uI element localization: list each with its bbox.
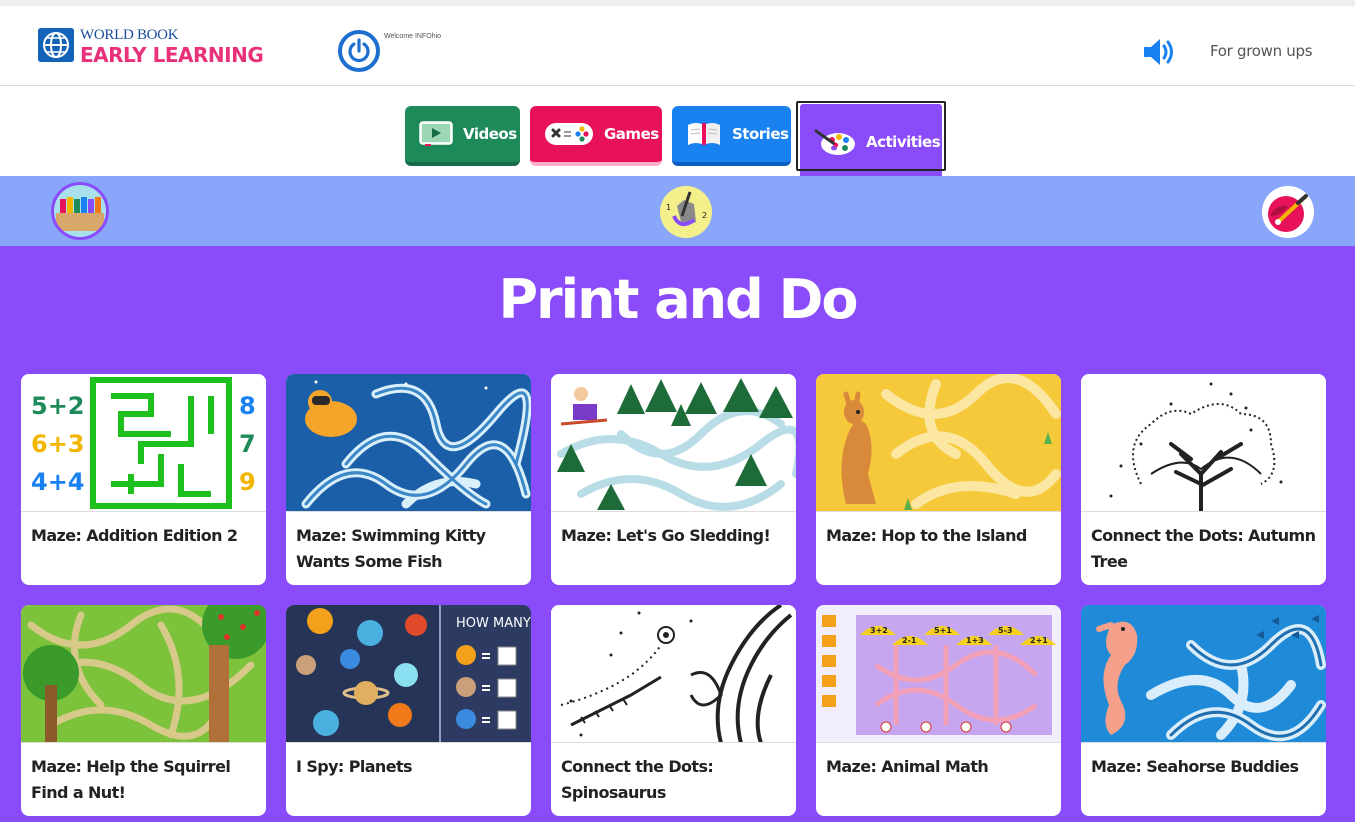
logo-word-learning: LEARNING [152,43,264,67]
math-problem-1: 3+2 [870,626,888,635]
activity-card[interactable]: HOW MANY? I Spy: Planets [286,605,531,816]
addition-problem-2: 6+3 [31,430,85,458]
card-thumbnail-kitty-maze [286,374,531,512]
card-thumbnail-tree-dots [1081,374,1326,512]
dot-label-2: 2 [702,211,707,220]
math-problem-3: 5+1 [934,626,952,635]
tab-videos-label: Videos [463,125,517,143]
card-thumbnail-planets: HOW MANY? [286,605,531,743]
card-thumbnail-sledding-maze [551,374,796,512]
activity-card[interactable]: Maze: Help the Squirrel Find a Nut! [21,605,266,816]
addition-problem-1: 5+2 [31,392,85,420]
video-player-icon [419,121,453,147]
tab-games[interactable]: Games [530,106,662,166]
welcome-text: Welcome INFOhio [384,33,442,40]
card-title[interactable]: Maze: Animal Math [826,754,1054,780]
tab-stories[interactable]: Stories [672,106,791,166]
activity-card[interactable]: Connect the Dots: Spinosaurus [551,605,796,816]
card-thumbnail-seahorse-maze [1081,605,1326,743]
tab-activities-label: Activities [866,133,941,151]
subnav-painting-button[interactable] [1262,186,1314,238]
card-thumbnail-kangaroo-maze [816,374,1061,512]
card-title[interactable]: Maze: Swimming Kitty Wants Some Fish [296,523,524,575]
card-title[interactable]: Maze: Hop to the Island [826,523,1054,549]
activities-subnav: 1 2 [0,176,1355,246]
page-title: Print and Do [498,268,858,331]
activity-card[interactable]: Maze: Hop to the Island [816,374,1061,585]
card-title[interactable]: I Spy: Planets [296,754,524,780]
card-title[interactable]: Maze: Seahorse Buddies [1091,754,1319,780]
logo-text-bottom: EARLY LEARNING [80,43,264,67]
card-title[interactable]: Maze: Help the Squirrel Find a Nut! [31,754,259,806]
paint-brush-icon [1262,186,1314,238]
power-icon [348,38,370,63]
activity-card[interactable]: 5+2 6+3 4+4 8 7 9 Maze: Addition Edition… [21,374,266,585]
card-thumbnail-spinosaurus-dots [551,605,796,743]
game-controller-icon [544,121,594,147]
activity-card[interactable]: Maze: Swimming Kitty Wants Some Fish [286,374,531,585]
paint-palette-icon [814,127,856,157]
open-book-icon [686,121,722,147]
activity-card[interactable]: Connect the Dots: Autumn Tree [1081,374,1326,585]
top-header: WORLD BOOK EARLY LEARNING Welcome INFOhi… [0,0,1355,86]
print-and-do-section: Print and Do 5+2 6+3 4+4 8 7 9 Maze: Add… [0,246,1355,822]
math-problem-4: 1+3 [966,636,984,645]
globe-icon [38,28,74,62]
card-thumbnail-addition-maze: 5+2 6+3 4+4 8 7 9 [21,374,266,512]
activity-card[interactable]: Maze: Seahorse Buddies [1081,605,1326,816]
card-title[interactable]: Maze: Addition Edition 2 [31,523,259,549]
tab-videos[interactable]: Videos [405,106,520,166]
addition-answer-3: 9 [239,468,256,496]
logo-word-early: EARLY [80,43,147,67]
subnav-coloring-button[interactable] [51,182,109,240]
math-problem-2: 2-1 [902,636,917,645]
card-thumbnail-animal-math-maze: 3+2 2-1 5+1 1+3 5-3 2+1 [816,605,1061,743]
for-grown-ups-link[interactable]: For grown ups [1210,42,1313,60]
tab-stories-label: Stories [732,125,789,143]
tab-activities[interactable]: Activities [800,104,942,180]
activity-card[interactable]: 3+2 2-1 5+1 1+3 5-3 2+1 Maze: Animal Mat… [816,605,1061,816]
card-title[interactable]: Connect the Dots: Autumn Tree [1091,523,1319,575]
category-tabs: Videos Games Stories Activities [0,100,1355,180]
math-problem-6: 2+1 [1030,636,1048,645]
activity-card[interactable]: Maze: Let's Go Sledding! [551,374,796,585]
addition-answer-2: 7 [239,430,256,458]
dot-label-1: 1 [666,203,671,212]
addition-answer-1: 8 [239,392,256,420]
logo-text-top: WORLD BOOK [80,27,179,43]
logout-button[interactable] [338,30,380,72]
how-many-text: HOW MANY? [456,616,531,631]
sound-icon[interactable] [1142,36,1176,68]
tab-games-label: Games [604,125,659,143]
card-thumbnail-squirrel-maze [21,605,266,743]
world-book-logo[interactable]: WORLD BOOK EARLY LEARNING [38,26,264,70]
crayons-icon [54,185,106,237]
connect-the-dots-icon: 1 2 [660,186,712,238]
card-title[interactable]: Maze: Let's Go Sledding! [561,523,789,549]
card-title[interactable]: Connect the Dots: Spinosaurus [561,754,789,806]
math-problem-5: 5-3 [998,626,1012,635]
subnav-dots-button[interactable]: 1 2 [660,186,712,238]
addition-problem-3: 4+4 [31,468,85,496]
